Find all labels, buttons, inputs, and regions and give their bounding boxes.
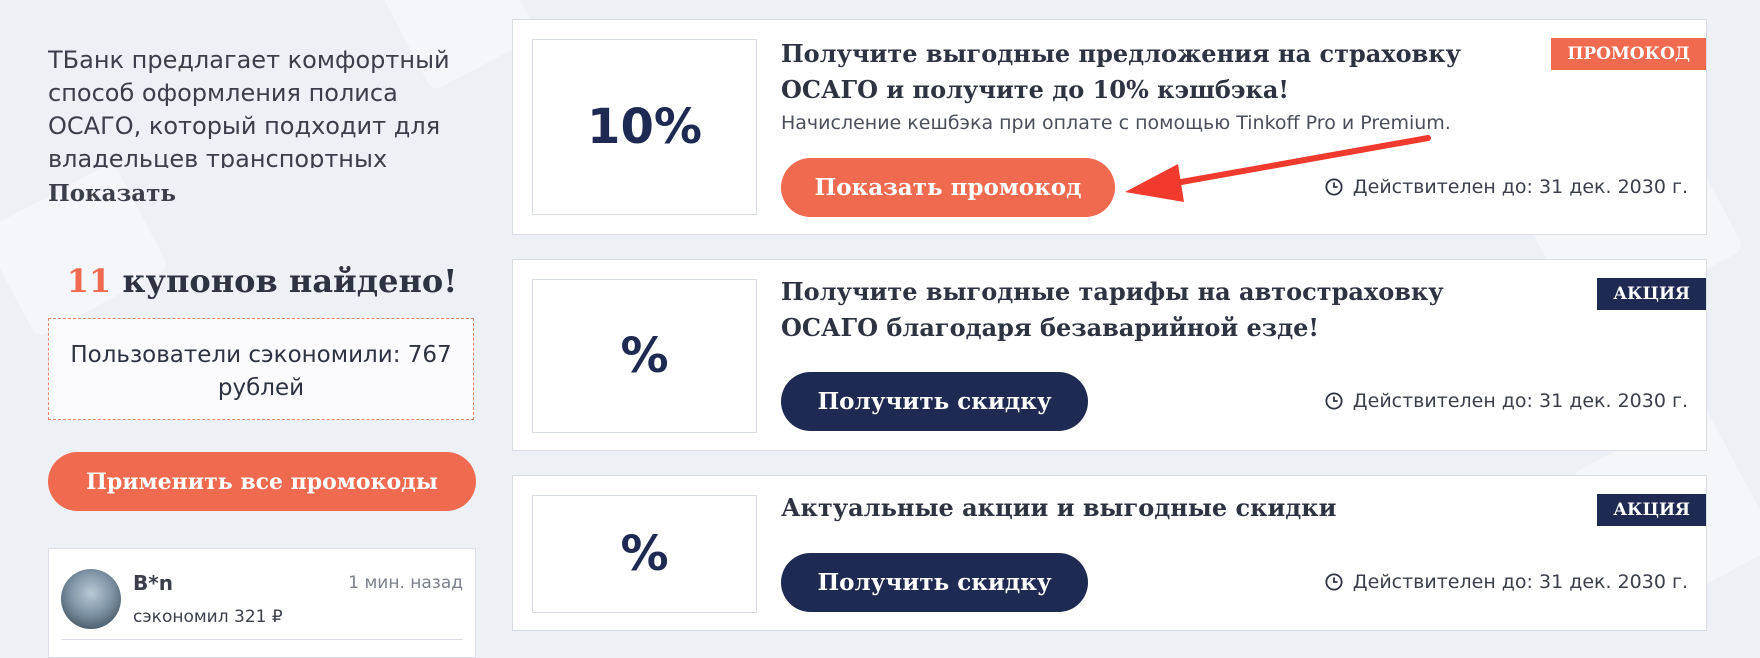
store-description: ТБанк предлагает комфортный способ оформ… [48, 46, 450, 168]
coupon-thumbnail: % [532, 279, 757, 433]
coupon-validity-text: Действителен до: 31 дек. 2030 г. [1352, 390, 1688, 412]
coupons-found-count: 11 [66, 262, 112, 300]
activity-saved-amount: сэкономил 321 ₽ [133, 607, 283, 627]
red-arrow-annotation [1125, 135, 1431, 202]
recent-activity-card: B*n 1 мин. назад сэкономил 321 ₽ [48, 548, 476, 658]
coupon-card: 10% Получите выгодные предложения на стр… [512, 19, 1707, 235]
get-discount-button[interactable]: Получить скидку [781, 553, 1088, 612]
avatar [61, 569, 121, 629]
coupon-validity: Действителен до: 31 дек. 2030 г. [1325, 390, 1688, 412]
clock-icon [1325, 392, 1343, 410]
coupon-type-badge: ПРОМОКОД [1551, 38, 1706, 70]
clock-icon [1325, 573, 1343, 591]
divider [61, 639, 463, 640]
get-discount-button[interactable]: Получить скидку [781, 372, 1088, 431]
coupon-title: Получите выгодные тарифы на автостраховк… [781, 277, 1444, 342]
coupon-title: Актуальные акции и выгодные скидки [781, 493, 1337, 522]
activity-time: 1 мин. назад [348, 573, 463, 593]
activity-user-name: B*n [133, 571, 173, 595]
coupon-type-badge: АКЦИЯ [1597, 494, 1706, 526]
show-more-link[interactable]: Показать [48, 180, 176, 207]
show-promocode-button[interactable]: Показать промокод [781, 158, 1115, 217]
coupon-card: % Актуальные акции и выгодные скидки АКЦ… [512, 475, 1707, 631]
coupon-thumbnail: 10% [532, 39, 757, 215]
users-saved-box: Пользователи сэкономили: 767 рублей [48, 318, 474, 420]
coupon-validity-text: Действителен до: 31 дек. 2030 г. [1352, 571, 1688, 593]
coupon-title: Получите выгодные предложения на страхов… [781, 39, 1461, 104]
coupon-card: % Получите выгодные тарифы на автострахо… [512, 259, 1707, 451]
coupon-validity: Действителен до: 31 дек. 2030 г. [1325, 571, 1688, 593]
coupons-found-heading: 11 купонов найдено! [48, 262, 476, 300]
apply-all-promocodes-button[interactable]: Применить все промокоды [48, 452, 476, 511]
coupons-found-text: купонов найдено! [111, 262, 458, 300]
coupon-type-badge: АКЦИЯ [1597, 278, 1706, 310]
coupon-thumbnail: % [532, 495, 757, 613]
